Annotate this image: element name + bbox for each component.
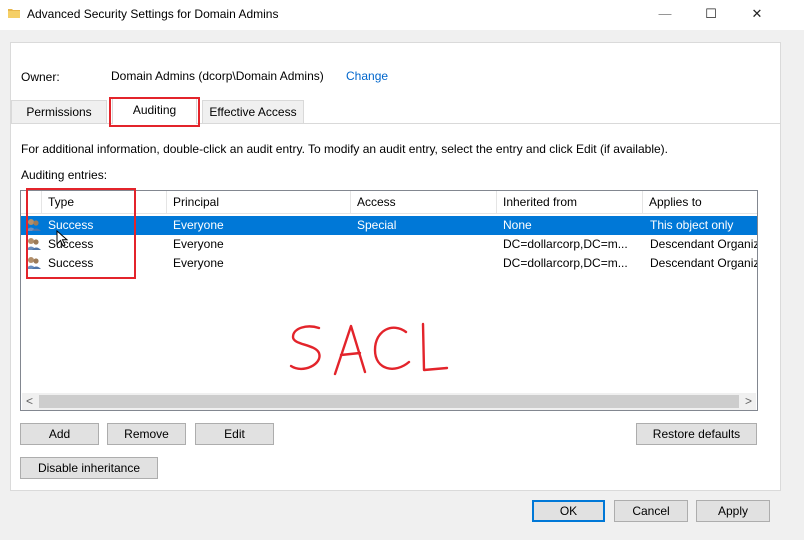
cell-access (357, 254, 495, 273)
cell-principal: Everyone (173, 218, 224, 232)
title-bar: Advanced Security Settings for Domain Ad… (0, 0, 804, 30)
info-text: For additional information, double-click… (21, 142, 668, 156)
horizontal-scrollbar[interactable]: < > (22, 393, 756, 410)
restore-defaults-button[interactable]: Restore defaults (636, 423, 757, 445)
window-title: Advanced Security Settings for Domain Ad… (27, 7, 279, 21)
cell-principal: Everyone (173, 237, 224, 251)
column-header-access[interactable]: Access (351, 191, 497, 214)
cell-applies-to: Descendant Organiz (650, 256, 757, 270)
maximize-icon: ☐ (705, 6, 717, 21)
ok-button[interactable]: OK (532, 500, 605, 522)
disable-inheritance-button[interactable]: Disable inheritance (20, 457, 158, 479)
minimize-icon: — (658, 6, 672, 21)
owner-value: Domain Admins (dcorp\Domain Admins) (111, 69, 324, 83)
cell-applies-to: Descendant Organiz (650, 237, 757, 251)
cell-applies-to: This object only (650, 218, 734, 232)
type-column-highlight-box (26, 188, 136, 279)
change-owner-link[interactable]: Change (346, 69, 388, 83)
tab-effective-access[interactable]: Effective Access (202, 100, 304, 123)
cell-inherited-from: None (503, 218, 532, 232)
folder-icon (8, 9, 20, 18)
close-button[interactable]: ✕ (734, 0, 780, 30)
scroll-right-icon[interactable]: > (745, 393, 752, 410)
column-header-applies-to[interactable]: Applies to (643, 191, 757, 214)
mouse-cursor-icon (56, 230, 69, 247)
cell-access: Special (357, 218, 397, 232)
close-icon: ✕ (751, 6, 763, 21)
cell-inherited-from: DC=dollarcorp,DC=m... (503, 256, 628, 270)
tab-permissions[interactable]: Permissions (11, 100, 107, 123)
handwritten-sacl-annotation (289, 322, 449, 376)
cell-access (357, 235, 495, 254)
edit-button[interactable]: Edit (195, 423, 274, 445)
column-header-inherited-from[interactable]: Inherited from (497, 191, 643, 214)
scroll-left-icon[interactable]: < (26, 393, 33, 410)
remove-button[interactable]: Remove (107, 423, 186, 445)
add-button[interactable]: Add (20, 423, 99, 445)
maximize-button[interactable]: ☐ (688, 0, 734, 30)
cell-principal: Everyone (173, 256, 224, 270)
auditing-tab-highlight-box (109, 97, 200, 127)
column-header-principal[interactable]: Principal (167, 191, 351, 214)
cancel-button[interactable]: Cancel (614, 500, 688, 522)
cell-inherited-from: DC=dollarcorp,DC=m... (503, 237, 628, 251)
owner-label: Owner: (21, 70, 60, 84)
minimize-button[interactable]: — (642, 0, 688, 30)
scrollbar-thumb[interactable] (39, 395, 739, 408)
auditing-entries-label: Auditing entries: (21, 168, 108, 182)
apply-button[interactable]: Apply (696, 500, 770, 522)
